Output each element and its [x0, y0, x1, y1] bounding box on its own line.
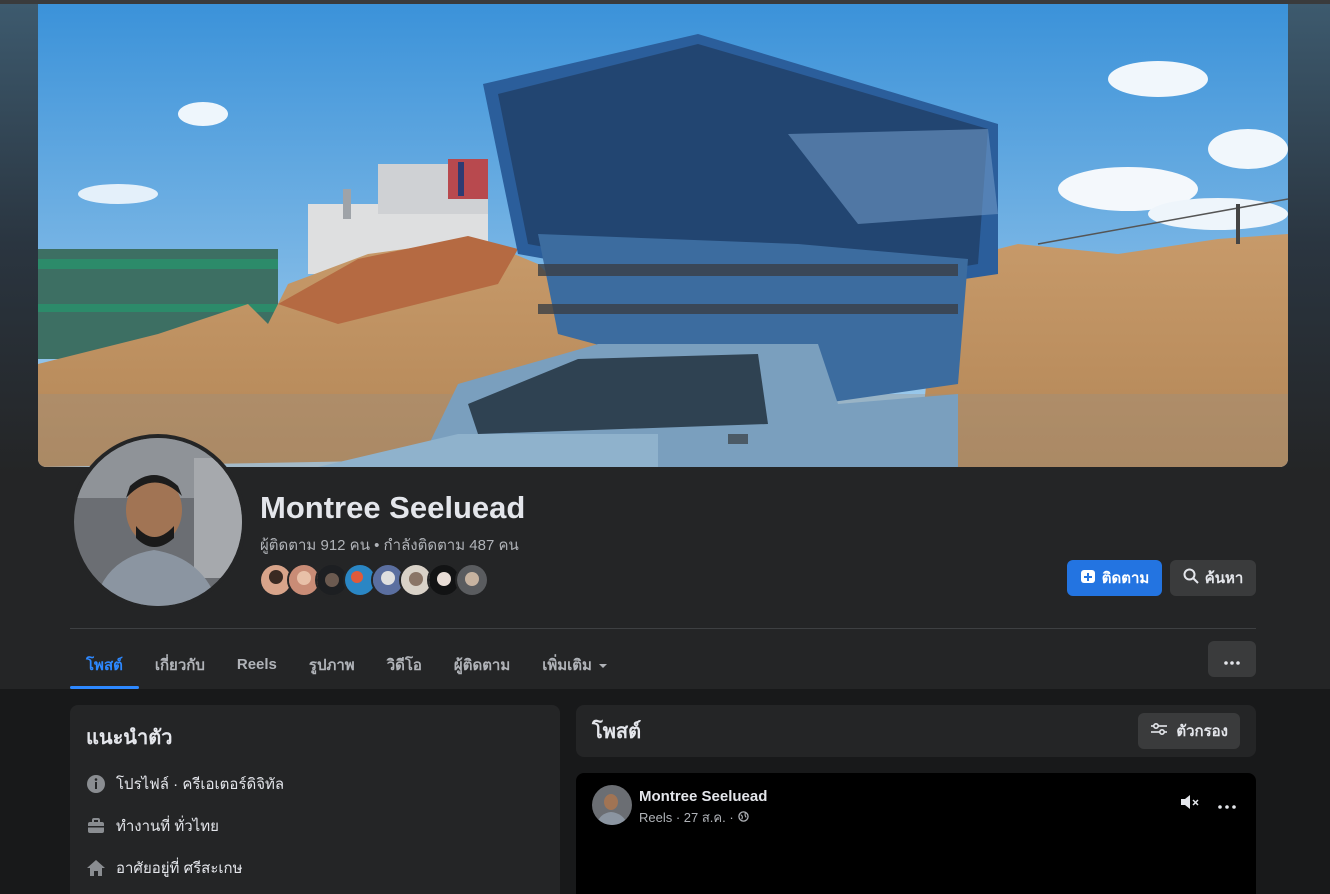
intro-item-lives: อาศัยอยู่ที่ ศรีสะเกษ: [86, 847, 544, 889]
filter-label: ตัวกรอง: [1176, 723, 1228, 740]
intro-card: แนะนำตัว โปรไฟล์ · ครีเอเตอร์ดิจิทัล ทำง…: [70, 705, 560, 894]
follow-icon: [1080, 568, 1096, 588]
post-author-avatar[interactable]: [592, 785, 632, 825]
filter-icon: [1150, 722, 1168, 740]
profile-picture[interactable]: [70, 434, 246, 610]
more-options-button[interactable]: [1208, 641, 1256, 677]
intro-item-relationship: โ: [86, 889, 544, 894]
ellipsis-icon: [1224, 649, 1240, 670]
follow-button[interactable]: ติดตาม: [1067, 560, 1162, 596]
post-controls: [1180, 793, 1236, 816]
caret-down-icon: [598, 656, 608, 673]
tab-followers[interactable]: ผู้ติดตาม: [438, 640, 526, 689]
follower-stats[interactable]: ผู้ติดตาม 912 คน • กำลังติดตาม 487 คน: [260, 533, 519, 557]
mute-icon[interactable]: [1180, 793, 1202, 816]
follower-avatars: [259, 563, 489, 597]
tab-videos[interactable]: วิดีโอ: [371, 640, 438, 689]
reel-post[interactable]: Montree Seeluead Reels · 27 ส.ค. ·: [576, 773, 1256, 894]
cover-photo[interactable]: [38, 4, 1288, 467]
filter-button[interactable]: ตัวกรอง: [1138, 713, 1240, 749]
posts-title: โพสต์: [592, 721, 642, 743]
post-author-name[interactable]: Montree Seeluead: [639, 788, 767, 805]
intro-item-profile: โปรไฟล์ · ครีเอเตอร์ดิจิทัล: [86, 763, 544, 805]
tab-posts[interactable]: โพสต์: [70, 640, 139, 689]
intro-item-work: ทำงานที่ ทั่วไทย: [86, 805, 544, 847]
search-icon: [1183, 568, 1199, 588]
post-more-icon[interactable]: [1218, 796, 1236, 814]
profile-tabs: โพสต์ เกี่ยวกับ Reels รูปภาพ วิดีโอ ผู้ต…: [70, 640, 624, 689]
intro-title: แนะนำตัว: [86, 727, 173, 749]
header-divider: [70, 628, 1256, 629]
tab-more[interactable]: เพิ่มเติม: [526, 640, 624, 689]
profile-name: Montree Seeluead: [260, 490, 526, 525]
follower-avatar[interactable]: [455, 563, 489, 597]
tab-photos[interactable]: รูปภาพ: [293, 640, 371, 689]
post-meta: Reels · 27 ส.ค. ·: [639, 807, 749, 828]
tab-about[interactable]: เกี่ยวกับ: [139, 640, 221, 689]
globe-icon: [737, 810, 749, 825]
search-button[interactable]: ค้นหา: [1170, 560, 1256, 596]
briefcase-icon: [86, 816, 106, 836]
follow-label: ติดตาม: [1101, 570, 1150, 587]
home-icon: [86, 858, 106, 878]
posts-header: โพสต์ ตัวกรอง: [576, 705, 1256, 757]
search-label: ค้นหา: [1204, 570, 1244, 587]
tab-reels[interactable]: Reels: [221, 640, 293, 689]
info-icon: [86, 774, 106, 794]
